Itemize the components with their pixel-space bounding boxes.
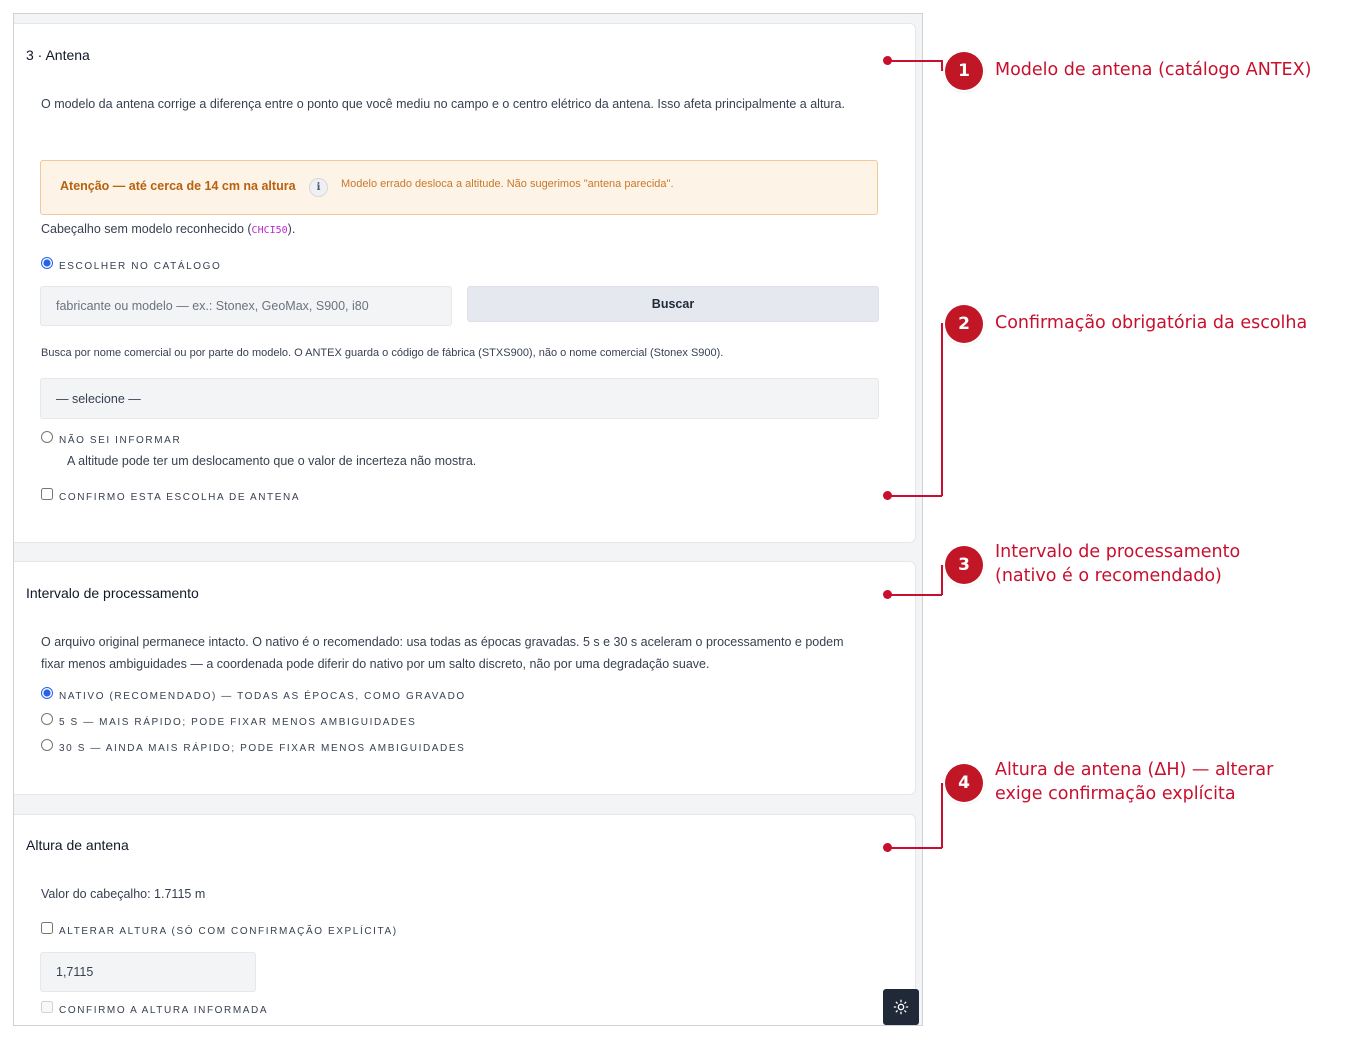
interval-5s-label: 5 s — mais rápido; pode fixar menos ambi…	[59, 717, 417, 728]
alter-height[interactable]: Alterar altura (só com confirmação explí…	[41, 922, 398, 937]
interval-30s-radio[interactable]	[41, 739, 53, 751]
interval-description: O arquivo original permanece intacto. O …	[41, 635, 844, 671]
interval-30s-label: 30 s — ainda mais rápido; pode fixar men…	[59, 743, 466, 754]
search-button[interactable]: Buscar	[467, 286, 879, 322]
antenna-card-title: 3 · Antena	[26, 47, 90, 63]
alter-height-label: Alterar altura (só com confirmação explí…	[59, 926, 398, 937]
alter-height-checkbox[interactable]	[41, 922, 53, 934]
height-card: Altura de antena Valor do cabeçalho: 1.7…	[14, 814, 916, 1025]
annotation-1-leader	[887, 60, 942, 62]
height-input[interactable]: 1,7115	[40, 952, 256, 992]
antenna-search-input[interactable]: fabricante ou modelo — ex.: Stonex, GeoM…	[40, 286, 452, 326]
interval-5s-radio[interactable]	[41, 713, 53, 725]
unknown-help: A altitude pode ter um deslocamento que …	[67, 454, 477, 468]
annotation-4-badge: 4	[945, 764, 983, 802]
interval-option-5s[interactable]: 5 s — mais rápido; pode fixar menos ambi…	[41, 713, 417, 728]
confirm-height[interactable]: Confirmo a altura informada	[41, 1001, 269, 1016]
annotation-1-badge: 1	[945, 52, 983, 90]
interval-native-label: Nativo (recomendado) — todas as épocas, …	[59, 691, 466, 702]
annotation-2-text: Confirmação obrigatória da escolha	[995, 313, 1308, 333]
annotation-3-badge: 3	[945, 546, 983, 584]
option-catalog-label: Escolher no catálogo	[59, 261, 222, 272]
confirm-antenna[interactable]: Confirmo esta escolha de antena	[41, 488, 301, 503]
option-catalog[interactable]: Escolher no catálogo	[41, 257, 222, 272]
warning-title: Atenção — até cerca de 14 cm na altura	[60, 179, 296, 193]
screenshot-frame: 3 · Antena O modelo da antena corrige a …	[13, 13, 923, 1026]
annotation-1-text: Modelo de antena (catálogo ANTEX)	[995, 60, 1312, 80]
confirm-height-checkbox[interactable]	[41, 1001, 53, 1013]
option-catalog-radio[interactable]	[41, 257, 53, 269]
interval-option-native[interactable]: Nativo (recomendado) — todas as épocas, …	[41, 687, 466, 702]
option-unknown-label: Não sei informar	[59, 435, 182, 446]
annotation-2-leader	[887, 495, 942, 497]
sun-icon	[893, 999, 909, 1015]
annotation-2-leader-vertical	[941, 323, 943, 496]
interval-card-title: Intervalo de processamento	[26, 585, 199, 601]
warning-text: Modelo errado desloca a altitude. Não su…	[341, 178, 674, 190]
header-model-code: CHCI50	[251, 225, 288, 236]
annotation-3-text: Intervalo de processamento (nativo é o r…	[995, 542, 1241, 586]
antenna-card: 3 · Antena O modelo da antena corrige a …	[14, 23, 916, 543]
annotation-3-leader	[887, 594, 942, 596]
height-header-value: Valor do cabeçalho: 1.7115 m	[41, 887, 206, 901]
confirm-height-label: Confirmo a altura informada	[59, 1005, 269, 1016]
height-card-title: Altura de antena	[26, 837, 129, 853]
theme-toggle-button[interactable]	[883, 989, 919, 1025]
confirm-antenna-checkbox[interactable]	[41, 488, 53, 500]
option-unknown-radio[interactable]	[41, 431, 53, 443]
confirm-antenna-label: Confirmo esta escolha de antena	[59, 492, 301, 503]
antenna-select[interactable]: — selecione —	[40, 378, 879, 419]
info-icon[interactable]: i	[309, 178, 328, 197]
interval-native-radio[interactable]	[41, 687, 53, 699]
annotation-4-leader	[887, 847, 942, 849]
annotation-2-badge: 2	[945, 305, 983, 343]
interval-card: Intervalo de processamento O arquivo ori…	[14, 561, 916, 795]
annotation-4-leader-vertical	[941, 783, 943, 848]
option-unknown[interactable]: Não sei informar	[41, 431, 182, 446]
antenna-description: O modelo da antena corrige a diferença e…	[41, 97, 845, 111]
warning-box: Atenção — até cerca de 14 cm na altura i…	[40, 160, 878, 215]
annotation-3-leader-vertical	[941, 565, 943, 595]
annotation-4-text: Altura de antena (ΔH) — alterar exige co…	[995, 760, 1274, 804]
interval-option-30s[interactable]: 30 s — ainda mais rápido; pode fixar men…	[41, 739, 466, 754]
search-help: Busca por nome comercial ou por parte do…	[41, 347, 724, 359]
header-model-note: Cabeçalho sem modelo reconhecido (CHCI50…	[41, 222, 296, 236]
